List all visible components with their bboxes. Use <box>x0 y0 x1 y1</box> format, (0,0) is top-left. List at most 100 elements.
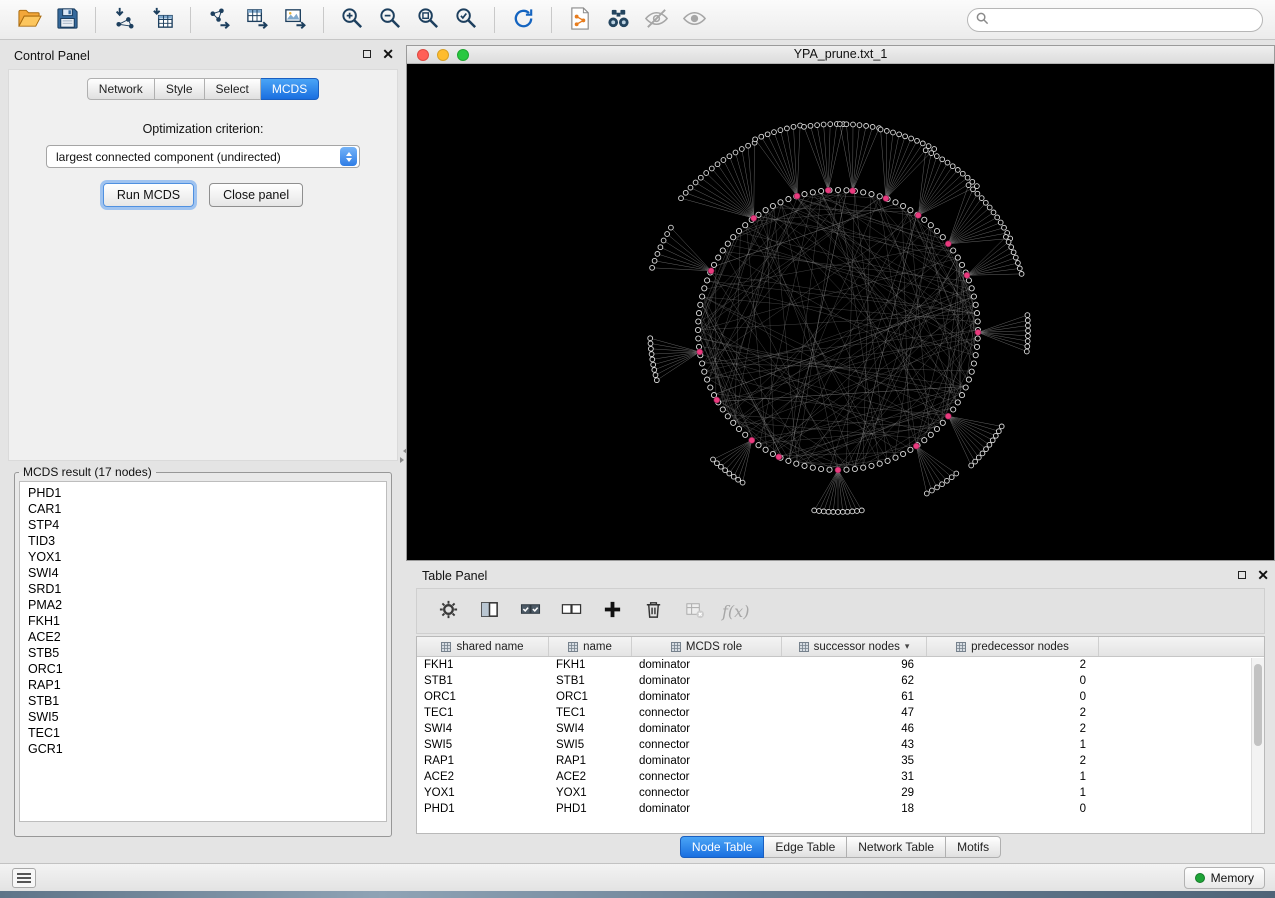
tab-mcds[interactable]: MCDS <box>261 78 319 100</box>
apply-layout-button[interactable] <box>506 4 540 36</box>
table-row[interactable]: YOX1YOX1connector291 <box>417 785 1264 801</box>
cell-name: TEC1 <box>549 707 632 719</box>
result-node[interactable]: TEC1 <box>20 725 386 741</box>
open-file-button[interactable] <box>12 4 46 36</box>
save-session-button[interactable] <box>50 4 84 36</box>
table-settings-button[interactable] <box>435 598 461 624</box>
open-folder-icon <box>17 6 42 34</box>
run-mcds-button[interactable]: Run MCDS <box>103 183 194 207</box>
zoom-fit-button[interactable] <box>411 4 445 36</box>
minimize-window-button[interactable] <box>437 49 449 61</box>
column-header-shared-name[interactable]: shared name <box>417 637 549 656</box>
import-network-button[interactable] <box>107 4 141 36</box>
task-history-button[interactable] <box>12 868 36 888</box>
table-column-icon <box>441 642 451 652</box>
checked-boxes-icon <box>520 599 541 623</box>
zoom-window-button[interactable] <box>457 49 469 61</box>
show-graphics-button[interactable] <box>677 4 711 36</box>
result-node[interactable]: ACE2 <box>20 629 386 645</box>
tab-node-table[interactable]: Node Table <box>680 836 765 858</box>
tab-network-table[interactable]: Network Table <box>847 836 946 858</box>
result-node[interactable]: YOX1 <box>20 549 386 565</box>
close-panel-icon-button[interactable]: ✕ <box>382 49 394 59</box>
import-table-button[interactable] <box>145 4 179 36</box>
table-row[interactable]: FKH1FKH1dominator962 <box>417 657 1264 673</box>
close-table-panel-button[interactable]: ✕ <box>1257 570 1269 580</box>
column-header-name[interactable]: name <box>549 637 632 656</box>
table-row[interactable]: TEC1TEC1connector472 <box>417 705 1264 721</box>
table-scrollbar[interactable] <box>1251 658 1264 833</box>
tab-select[interactable]: Select <box>205 78 261 100</box>
cell-predecessor-nodes: 2 <box>927 723 1099 735</box>
result-node[interactable]: SRD1 <box>20 581 386 597</box>
table-header: shared namenameMCDS rolesuccessor nodes▾… <box>417 637 1264 657</box>
tab-edge-table[interactable]: Edge Table <box>764 836 847 858</box>
tab-style[interactable]: Style <box>155 78 205 100</box>
cell-predecessor-nodes: 2 <box>927 707 1099 719</box>
cell-successor-nodes: 47 <box>782 707 927 719</box>
result-node[interactable]: STB5 <box>20 645 386 661</box>
network-canvas[interactable] <box>407 64 1274 560</box>
create-column-button[interactable] <box>599 598 625 624</box>
column-header-predecessor-nodes[interactable]: predecessor nodes <box>927 637 1099 656</box>
result-node[interactable]: FKH1 <box>20 613 386 629</box>
find-button[interactable] <box>601 4 635 36</box>
optimization-criterion-label: Optimization criterion: <box>9 122 397 136</box>
table-row[interactable]: SWI4SWI4dominator462 <box>417 721 1264 737</box>
select-all-columns-button[interactable] <box>517 598 543 624</box>
new-table-button[interactable] <box>240 4 274 36</box>
share-document-button[interactable] <box>563 4 597 36</box>
new-network-button[interactable] <box>202 4 236 36</box>
float-panel-button[interactable] <box>363 50 371 58</box>
export-image-button[interactable] <box>278 4 312 36</box>
table-row[interactable]: ORC1ORC1dominator610 <box>417 689 1264 705</box>
search-box[interactable] <box>967 8 1263 32</box>
delete-column-button[interactable] <box>640 598 666 624</box>
table-row[interactable]: SWI5SWI5connector431 <box>417 737 1264 753</box>
table-row[interactable]: STB1STB1dominator620 <box>417 673 1264 689</box>
cell-successor-nodes: 35 <box>782 755 927 767</box>
result-node[interactable]: SWI5 <box>20 709 386 725</box>
tab-network[interactable]: Network <box>87 78 155 100</box>
table-row[interactable]: ACE2ACE2connector311 <box>417 769 1264 785</box>
optimization-criterion-select[interactable]: largest connected component (undirected) <box>46 145 360 168</box>
result-node[interactable]: SWI4 <box>20 565 386 581</box>
network-window-titlebar[interactable]: YPA_prune.txt_1 <box>407 46 1274 64</box>
cell-shared-name: ORC1 <box>417 691 549 703</box>
table-row[interactable]: RAP1RAP1dominator352 <box>417 753 1264 769</box>
table-row[interactable]: PHD1PHD1dominator180 <box>417 801 1264 817</box>
table-toolbar: f(x) <box>416 588 1265 634</box>
cell-successor-nodes: 29 <box>782 787 927 799</box>
result-node[interactable]: TID3 <box>20 533 386 549</box>
zoom-out-button[interactable] <box>373 4 407 36</box>
float-table-panel-button[interactable] <box>1238 571 1246 579</box>
memory-label: Memory <box>1211 871 1254 885</box>
result-node[interactable]: ORC1 <box>20 661 386 677</box>
memory-status-icon <box>1195 873 1205 883</box>
show-columns-button[interactable] <box>476 598 502 624</box>
zoom-in-button[interactable] <box>335 4 369 36</box>
result-node[interactable]: GCR1 <box>20 741 386 757</box>
result-node[interactable]: PMA2 <box>20 597 386 613</box>
result-node[interactable]: CAR1 <box>20 501 386 517</box>
column-header-successor-nodes[interactable]: successor nodes▾ <box>782 637 927 656</box>
memory-button[interactable]: Memory <box>1184 867 1265 889</box>
deselect-all-columns-button[interactable] <box>558 598 584 624</box>
search-input[interactable] <box>994 13 1254 27</box>
node-table: shared namenameMCDS rolesuccessor nodes▾… <box>416 636 1265 834</box>
status-bar: Memory <box>0 863 1275 891</box>
tab-motifs[interactable]: Motifs <box>946 836 1001 858</box>
result-node[interactable]: STB1 <box>20 693 386 709</box>
column-header-MCDS-role[interactable]: MCDS role <box>632 637 782 656</box>
close-panel-button[interactable]: Close panel <box>209 183 303 207</box>
cell-MCDS-role: connector <box>632 739 782 751</box>
scrollbar-thumb[interactable] <box>1254 664 1262 746</box>
result-node[interactable]: STP4 <box>20 517 386 533</box>
network-window-title: YPA_prune.txt_1 <box>407 46 1274 63</box>
result-node[interactable]: RAP1 <box>20 677 386 693</box>
result-node[interactable]: PHD1 <box>20 485 386 501</box>
cell-MCDS-role: dominator <box>632 675 782 687</box>
close-window-button[interactable] <box>417 49 429 61</box>
zoom-selected-button[interactable] <box>449 4 483 36</box>
hide-graphics-button[interactable] <box>639 4 673 36</box>
